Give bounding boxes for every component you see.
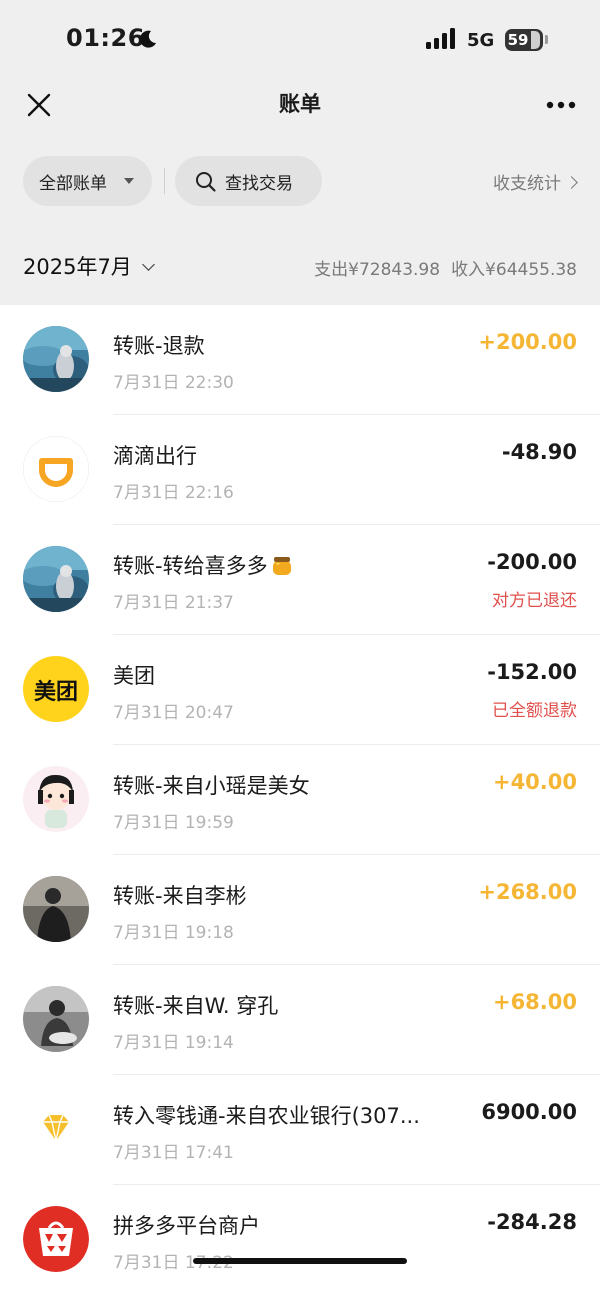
transaction-time: 7月31日 21:37 xyxy=(113,593,234,613)
meituan-logo-icon: 美团 xyxy=(23,656,89,722)
transaction-name: 转账-来自李彬 xyxy=(113,884,247,908)
transaction-amount: +40.00 xyxy=(492,770,577,794)
transaction-time: 7月31日 19:18 xyxy=(113,923,234,943)
transaction-row[interactable]: 拼多多平台商户 7月31日 17:22 -284.28 xyxy=(0,1185,600,1295)
avatar xyxy=(23,876,89,942)
transaction-time: 7月31日 19:59 xyxy=(113,813,234,833)
moon-icon xyxy=(139,30,156,48)
transaction-row[interactable]: 转账-来自小瑶是美女 7月31日 19:59 +40.00 xyxy=(0,745,600,855)
diamond-icon xyxy=(23,1096,89,1162)
expense-total: 支出¥72843.98 xyxy=(314,260,441,280)
transaction-name: 拼多多平台商户 xyxy=(113,1214,260,1238)
transaction-amount: -152.00 xyxy=(487,660,577,684)
month-totals: 支出¥72843.98 收入¥64455.38 xyxy=(314,255,577,280)
pinduoduo-logo-icon xyxy=(23,1206,89,1272)
transaction-row[interactable]: 转账-来自W. 穿孔 7月31日 19:14 +68.00 xyxy=(0,965,600,1075)
transaction-row[interactable]: 滴滴出行 7月31日 22:16 -48.90 xyxy=(0,415,600,525)
battery-level: 59 xyxy=(507,31,529,49)
transaction-time: 7月31日 22:30 xyxy=(113,373,234,393)
status-time: 01:26 xyxy=(66,24,145,52)
transaction-list: 转账-退款 7月31日 22:30 +200.00 滴滴出行 7月31日 22:… xyxy=(0,305,600,1295)
battery-cap xyxy=(545,35,548,44)
transaction-amount: +68.00 xyxy=(492,990,577,1014)
avatar xyxy=(23,766,89,832)
transaction-amount: +268.00 xyxy=(478,880,577,904)
page-title: 账单 xyxy=(279,92,321,116)
stats-label: 收支统计 xyxy=(493,174,561,194)
refund-status: 已全额退款 xyxy=(492,701,577,721)
chevron-right-icon xyxy=(565,176,578,189)
search-transactions-button[interactable]: 查找交易 xyxy=(175,156,322,206)
filter-divider xyxy=(164,168,165,194)
avatar xyxy=(23,986,89,1052)
refund-status: 对方已退还 xyxy=(492,591,577,611)
transaction-amount: -200.00 xyxy=(487,550,577,574)
transaction-name-wrap: 转账-转给喜多多 xyxy=(113,550,294,580)
transaction-name: 美团 xyxy=(113,664,155,688)
caret-down-icon xyxy=(124,178,134,184)
transaction-amount: -284.28 xyxy=(487,1210,577,1234)
transaction-row[interactable]: 美团 美团 7月31日 20:47 -152.00 已全额退款 xyxy=(0,635,600,745)
signal-icon xyxy=(426,28,455,49)
transaction-name: 转账-来自小瑶是美女 xyxy=(113,774,310,798)
month-selector[interactable]: 2025年7月 xyxy=(23,251,155,281)
battery-icon: 59 xyxy=(505,29,543,51)
all-bills-filter[interactable]: 全部账单 xyxy=(23,156,152,206)
chevron-down-icon xyxy=(141,258,155,271)
network-type: 5G xyxy=(467,30,495,51)
search-label: 查找交易 xyxy=(225,174,293,194)
didi-logo-icon xyxy=(23,436,89,502)
transaction-row[interactable]: 转入零钱通-来自农业银行(307... 7月31日 17:41 6900.00 xyxy=(0,1075,600,1185)
transaction-time: 7月31日 20:47 xyxy=(113,703,234,723)
month-label: 2025年7月 xyxy=(23,255,132,279)
transaction-name: 转账-退款 xyxy=(113,334,205,358)
transaction-row[interactable]: 转账-转给喜多多 7月31日 21:37 -200.00 对方已退还 xyxy=(0,525,600,635)
transaction-time: 7月31日 19:14 xyxy=(113,1033,234,1053)
meituan-logo-text: 美团 xyxy=(33,680,78,705)
search-icon xyxy=(196,172,216,192)
transaction-name: 转账-转给喜多多 xyxy=(113,554,268,578)
transaction-name: 转账-来自W. 穿孔 xyxy=(113,994,279,1018)
avatar xyxy=(23,546,89,612)
avatar xyxy=(23,326,89,392)
transaction-time: 7月31日 22:16 xyxy=(113,483,234,503)
transaction-row[interactable]: 转账-来自李彬 7月31日 19:18 +268.00 xyxy=(0,855,600,965)
income-expense-stats-link[interactable]: 收支统计 xyxy=(493,169,578,194)
transaction-amount: -48.90 xyxy=(501,440,577,464)
transaction-name: 转入零钱通-来自农业银行(307... xyxy=(113,1104,420,1128)
transaction-name: 滴滴出行 xyxy=(113,444,197,468)
transaction-time: 7月31日 17:41 xyxy=(113,1143,234,1163)
more-options-icon[interactable] xyxy=(546,101,576,109)
transaction-row[interactable]: 转账-退款 7月31日 22:30 +200.00 xyxy=(0,305,600,415)
all-bills-label: 全部账单 xyxy=(39,174,107,194)
transaction-amount: 6900.00 xyxy=(481,1100,577,1124)
transaction-amount: +200.00 xyxy=(478,330,577,354)
home-indicator[interactable] xyxy=(193,1258,407,1264)
income-total: 收入¥64455.38 xyxy=(451,260,577,280)
honey-pot-icon xyxy=(272,557,291,575)
